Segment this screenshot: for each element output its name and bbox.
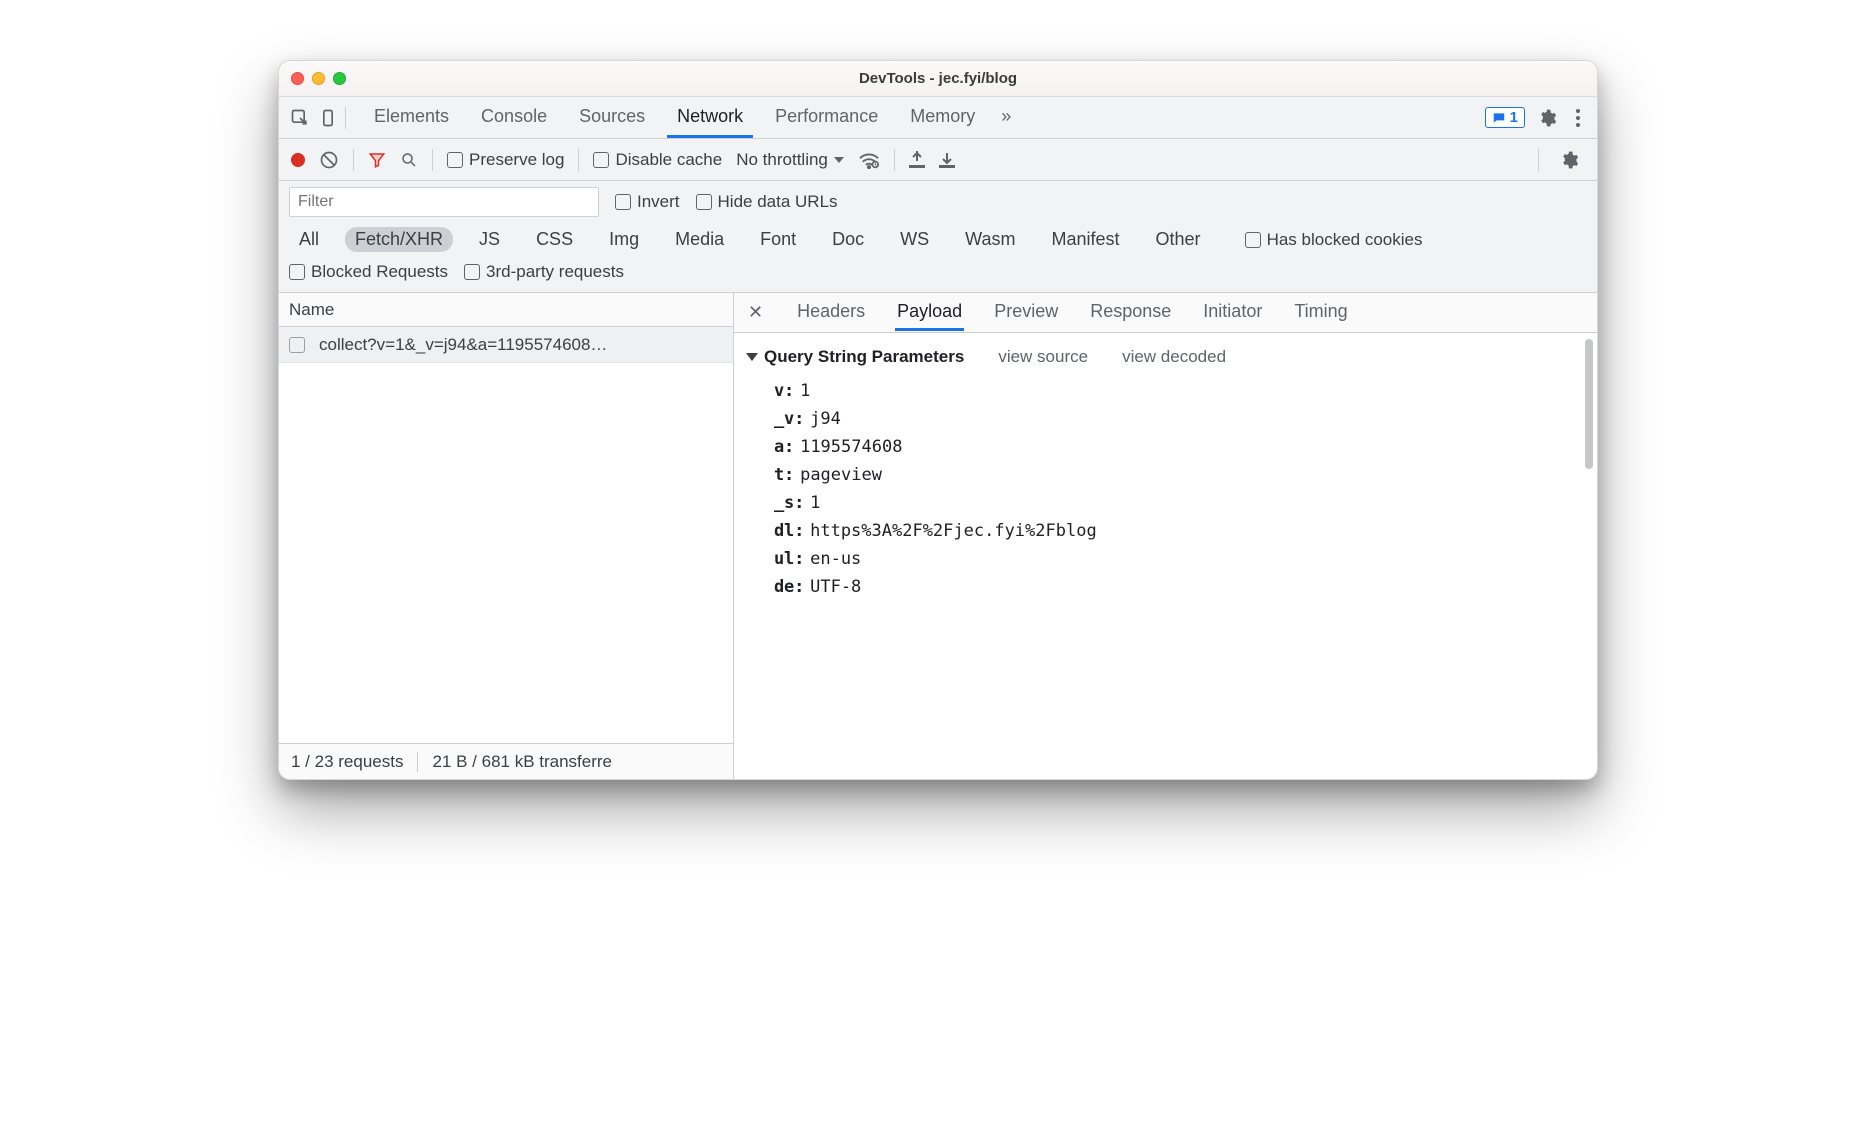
- divider: [432, 149, 433, 171]
- divider: [1538, 149, 1539, 171]
- content-pane: Name collect?v=1&_v=j94&a=1195574608… 1 …: [279, 293, 1597, 779]
- divider: [894, 149, 895, 171]
- filter-type-other[interactable]: Other: [1146, 227, 1211, 252]
- tab-memory[interactable]: Memory: [900, 97, 985, 138]
- divider: [578, 149, 579, 171]
- tab-sources[interactable]: Sources: [569, 97, 655, 138]
- filter-type-all[interactable]: All: [289, 227, 329, 252]
- network-conditions-icon[interactable]: [858, 151, 880, 169]
- divider: [353, 149, 354, 171]
- filter-type-wasm[interactable]: Wasm: [955, 227, 1025, 252]
- blocked-requests-checkbox[interactable]: Blocked Requests: [289, 262, 448, 282]
- detail-tab-response[interactable]: Response: [1088, 295, 1173, 331]
- issues-count: 1: [1510, 109, 1518, 126]
- export-har-icon[interactable]: [939, 151, 955, 169]
- detail-pane: ✕ Headers Payload Preview Response Initiator…: [734, 293, 1597, 779]
- resource-type-filter: All Fetch/XHR JS CSS Img Media Font Doc WS Wasm Ma…: [289, 227, 1587, 252]
- hide-data-urls-checkbox[interactable]: Hide data URLs: [696, 192, 838, 212]
- has-blocked-cookies-checkbox[interactable]: Has blocked cookies: [1245, 230, 1423, 250]
- detail-tab-headers[interactable]: Headers: [795, 295, 867, 331]
- tab-performance[interactable]: Performance: [765, 97, 888, 138]
- third-party-checkbox[interactable]: 3rd-party requests: [464, 262, 624, 282]
- main-tab-strip: Elements Console Sources Network Performance…: [279, 97, 1597, 139]
- divider: [417, 752, 418, 772]
- filter-type-js[interactable]: JS: [469, 227, 510, 252]
- section-toggle[interactable]: Query String Parameters: [746, 347, 964, 367]
- filter-input[interactable]: [289, 187, 599, 217]
- close-icon[interactable]: ✕: [744, 302, 767, 323]
- tabs-overflow-button[interactable]: »: [991, 106, 1021, 129]
- issues-badge[interactable]: 1: [1485, 107, 1525, 128]
- scrollbar[interactable]: [1585, 339, 1593, 469]
- filter-type-img[interactable]: Img: [599, 227, 649, 252]
- status-requests: 1 / 23 requests: [291, 752, 403, 772]
- network-toolbar: Preserve log Disable cache No throttling: [279, 139, 1597, 181]
- search-icon[interactable]: [400, 151, 418, 169]
- device-toggle-icon[interactable]: [317, 107, 339, 129]
- window-title: DevTools - jec.fyi/blog: [279, 70, 1597, 87]
- preserve-log-checkbox[interactable]: Preserve log: [447, 150, 564, 170]
- column-header-name[interactable]: Name: [279, 293, 733, 327]
- status-transfer: 21 B / 681 kB transferre: [432, 752, 612, 772]
- request-list: collect?v=1&_v=j94&a=1195574608…: [279, 327, 733, 743]
- query-param: de:UTF-8: [746, 573, 1585, 601]
- settings-icon[interactable]: [1531, 108, 1563, 128]
- filter-type-media[interactable]: Media: [665, 227, 734, 252]
- record-button[interactable]: [291, 153, 305, 167]
- status-bar: 1 / 23 requests 21 B / 681 kB transferre: [279, 743, 733, 779]
- network-settings-icon[interactable]: [1553, 150, 1585, 170]
- more-menu-icon[interactable]: [1569, 108, 1587, 128]
- section-title: Query String Parameters: [764, 347, 964, 367]
- view-source-link[interactable]: view source: [998, 347, 1088, 367]
- filter-bar: Invert Hide data URLs All Fetch/XHR JS CSS I…: [279, 181, 1597, 293]
- tab-network[interactable]: Network: [667, 97, 753, 138]
- filter-type-manifest[interactable]: Manifest: [1042, 227, 1130, 252]
- query-param: a:1195574608: [746, 433, 1585, 461]
- main-tabs: Elements Console Sources Network Performance…: [364, 97, 985, 138]
- view-decoded-link[interactable]: view decoded: [1122, 347, 1226, 367]
- request-row[interactable]: collect?v=1&_v=j94&a=1195574608…: [279, 327, 733, 363]
- tab-elements[interactable]: Elements: [364, 97, 459, 138]
- filter-type-doc[interactable]: Doc: [822, 227, 874, 252]
- filter-icon[interactable]: [368, 151, 386, 169]
- detail-tabs: ✕ Headers Payload Preview Response Initiator…: [734, 293, 1597, 333]
- detail-tab-timing[interactable]: Timing: [1292, 295, 1349, 331]
- request-list-pane: Name collect?v=1&_v=j94&a=1195574608… 1 …: [279, 293, 734, 779]
- divider: [345, 107, 346, 129]
- import-har-icon[interactable]: [909, 151, 925, 169]
- query-param: _v:j94: [746, 405, 1585, 433]
- disable-cache-checkbox[interactable]: Disable cache: [593, 150, 722, 170]
- detail-tab-payload[interactable]: Payload: [895, 295, 964, 331]
- filter-type-font[interactable]: Font: [750, 227, 806, 252]
- disclosure-triangle-icon: [746, 353, 758, 361]
- invert-checkbox[interactable]: Invert: [615, 192, 680, 212]
- query-param: t:pageview: [746, 461, 1585, 489]
- filter-type-fetch-xhr[interactable]: Fetch/XHR: [345, 227, 453, 252]
- payload-panel: Query String Parameters view source view…: [734, 333, 1597, 779]
- filter-type-ws[interactable]: WS: [890, 227, 939, 252]
- detail-tab-initiator[interactable]: Initiator: [1201, 295, 1264, 331]
- query-param: ul:en-us: [746, 545, 1585, 573]
- tab-console[interactable]: Console: [471, 97, 557, 138]
- titlebar: DevTools - jec.fyi/blog: [279, 61, 1597, 97]
- query-param: v:1: [746, 377, 1585, 405]
- throttling-select[interactable]: No throttling: [736, 150, 844, 170]
- filter-type-css[interactable]: CSS: [526, 227, 583, 252]
- devtools-window: DevTools - jec.fyi/blog Elements Console S…: [278, 60, 1598, 780]
- clear-icon[interactable]: [319, 150, 339, 170]
- detail-tab-preview[interactable]: Preview: [992, 295, 1060, 331]
- inspect-icon[interactable]: [289, 107, 311, 129]
- query-param: dl:https%3A%2F%2Fjec.fyi%2Fblog: [746, 517, 1585, 545]
- query-param: _s:1: [746, 489, 1585, 517]
